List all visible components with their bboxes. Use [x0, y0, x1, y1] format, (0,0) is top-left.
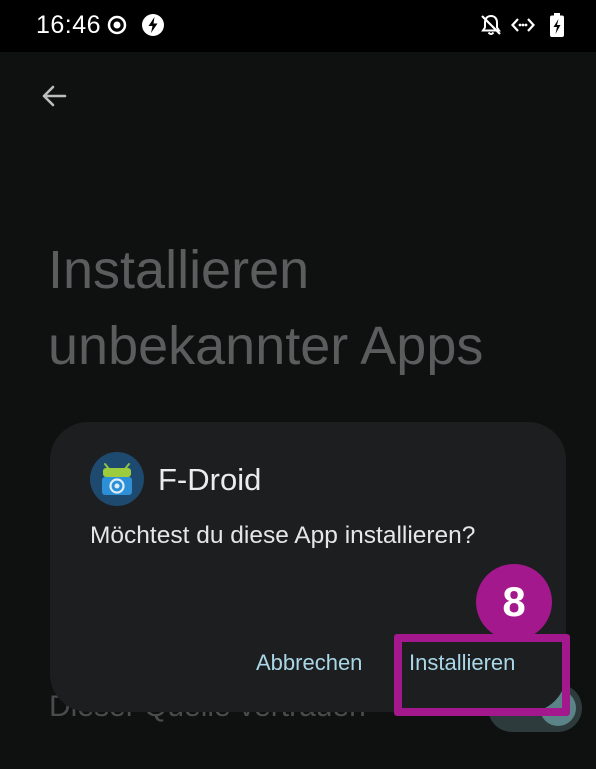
- code-icon: [511, 18, 535, 32]
- record-icon: [107, 15, 127, 35]
- f-droid-icon: [90, 452, 144, 506]
- page-title: Installieren unbekannter Apps: [48, 240, 484, 376]
- install-button-highlight: [394, 634, 570, 716]
- status-bar: 16:46: [0, 0, 596, 52]
- cancel-button[interactable]: Abbrechen: [256, 650, 362, 676]
- bolt-icon: [142, 14, 164, 36]
- dialog-message: Möchtest du diese App installieren?: [90, 522, 476, 549]
- status-time: 16:46: [36, 11, 102, 39]
- app-name: F-Droid: [158, 462, 262, 497]
- step-badge: 8: [476, 564, 552, 640]
- bell-off-icon: [481, 14, 501, 35]
- back-arrow-icon[interactable]: [36, 78, 72, 114]
- battery-charging-icon: [550, 13, 564, 37]
